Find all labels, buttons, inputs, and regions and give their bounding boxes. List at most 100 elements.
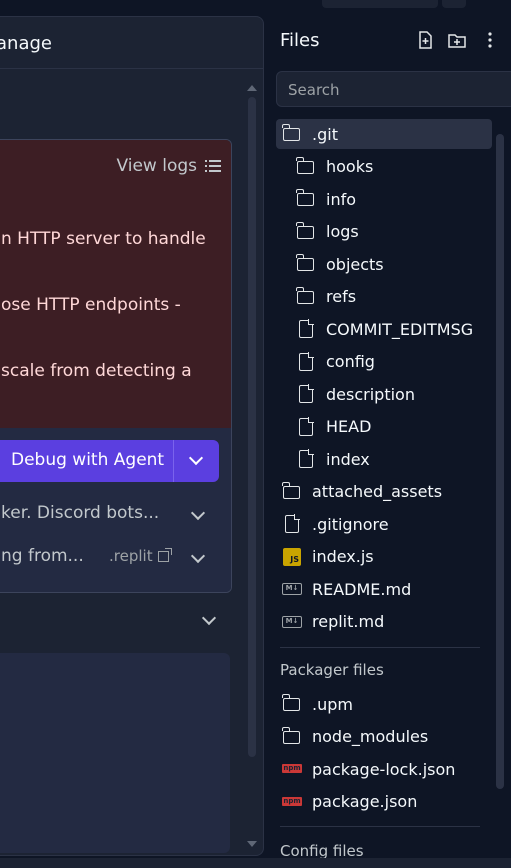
list-icon: [205, 160, 221, 172]
error-line-3: scale from detecting a: [1, 361, 192, 381]
file-icon: [296, 449, 316, 469]
section-divider: [280, 826, 480, 827]
chevron-down-icon[interactable]: [190, 548, 206, 564]
file-tree-item[interactable]: M↓ README.md: [276, 574, 492, 604]
left-panel-title: anage: [0, 33, 52, 54]
section-divider: [280, 647, 480, 648]
left-panel-header: anage: [0, 17, 263, 69]
file-tree-item[interactable]: objects: [276, 249, 506, 279]
file-icon: [296, 319, 316, 339]
file-tree-item-label: objects: [326, 254, 384, 274]
file-tree-item-label: .git: [312, 124, 338, 144]
file-search[interactable]: [276, 71, 511, 108]
file-tree-item[interactable]: config: [276, 347, 506, 377]
file-tree-item[interactable]: HEAD: [276, 412, 506, 442]
debug-button-label: Debug with Agent: [11, 450, 165, 470]
files-panel: Files .git hooks info logs objects refs COMMIT…: [270, 16, 511, 860]
file-tree-item[interactable]: .gitignore: [276, 509, 492, 539]
file-tree-item[interactable]: logs: [276, 217, 506, 247]
top-tab-stub[interactable]: [322, 0, 438, 8]
file-tree-item[interactable]: index: [276, 444, 506, 474]
folder-icon: [296, 156, 316, 177]
file-tree-item-label: info: [326, 189, 357, 209]
file-icon: [296, 416, 316, 437]
folder-icon: [282, 694, 302, 714]
suggestion-row-2[interactable]: ng from...: [1, 546, 84, 566]
packager-file-label: node_modules: [312, 727, 429, 746]
top-strip: [0, 0, 511, 16]
file-tree-item-label: index: [326, 449, 370, 469]
file-tree-item-label: logs: [326, 222, 359, 241]
error-message-area: View logs n HTTP server to handle ose HT…: [0, 140, 231, 428]
file-tree-item-label: COMMIT_EDITMSG: [326, 319, 474, 339]
packager-file-item[interactable]: npm package-lock.json: [276, 754, 492, 784]
markdown-file-icon: M↓: [282, 579, 302, 599]
file-tree-item-label: replit.md: [312, 612, 385, 631]
javascript-file-icon: JS: [282, 547, 302, 567]
packager-file-item[interactable]: npm package.json: [276, 787, 492, 817]
packager-file-item[interactable]: .upm: [276, 689, 492, 719]
left-panel: anage View logs n HTTP server to handle …: [0, 16, 264, 856]
file-search-input[interactable]: [277, 72, 511, 108]
file-tree-item-label: HEAD: [326, 417, 372, 436]
file-tree-item[interactable]: description: [276, 379, 506, 409]
folder-icon: [296, 221, 316, 242]
top-tab-stub-2[interactable]: [442, 0, 466, 8]
error-line-2: ose HTTP endpoints -: [1, 295, 181, 315]
bottom-bar: [0, 858, 511, 868]
file-tree-item[interactable]: hooks: [276, 152, 506, 182]
file-tree-item[interactable]: JS index.js: [276, 542, 492, 572]
folder-icon: [282, 481, 302, 502]
replit-file-link[interactable]: .replit: [109, 547, 172, 565]
chevron-down-icon[interactable]: [201, 610, 217, 626]
folder-icon: [296, 254, 316, 274]
new-folder-icon[interactable]: [447, 30, 467, 50]
debug-with-agent-button[interactable]: Debug with Agent: [0, 440, 219, 482]
packager-file-label: .upm: [312, 694, 353, 714]
more-vertical-icon[interactable]: [480, 30, 500, 50]
files-scrollbar-thumb[interactable]: [496, 134, 504, 789]
scroll-up-arrow-icon[interactable]: [247, 85, 257, 91]
folder-icon: [282, 726, 302, 747]
error-line-1: n HTTP server to handle: [1, 229, 206, 249]
file-tree-item[interactable]: M↓ replit.md: [276, 607, 492, 637]
file-tree-item[interactable]: attached_assets: [276, 477, 492, 507]
file-tree-item-label: refs: [326, 287, 357, 306]
file-tree-item[interactable]: refs: [276, 282, 506, 312]
chevron-down-icon[interactable]: [190, 505, 206, 521]
packager-files-label: Packager files: [280, 661, 384, 679]
error-actions: Debug with Agent ker. Discord bots... ng…: [0, 428, 231, 592]
file-tree-item[interactable]: info: [276, 184, 506, 214]
file-tree-item-label: index.js: [312, 547, 374, 566]
error-card: View logs n HTTP server to handle ose HT…: [0, 139, 232, 593]
debug-dropdown-chevron-icon[interactable]: [188, 450, 204, 466]
file-tree-item[interactable]: .git: [276, 119, 492, 149]
replit-link-label: .replit: [109, 547, 153, 565]
file-tree-item[interactable]: COMMIT_EDITMSG: [276, 314, 506, 344]
npm-file-icon: npm: [282, 796, 302, 806]
file-tree-item-label: description: [326, 384, 415, 404]
external-link-icon: [157, 547, 172, 562]
packager-file-item[interactable]: node_modules: [276, 722, 492, 752]
file-tree-item-label: attached_assets: [312, 482, 443, 501]
suggestion-row-1[interactable]: ker. Discord bots...: [1, 503, 159, 523]
scroll-down-arrow-icon[interactable]: [247, 841, 257, 847]
folder-icon: [282, 124, 302, 144]
files-scrollbar[interactable]: [495, 134, 505, 794]
collapsed-section-row[interactable]: [0, 605, 230, 635]
scrollbar-thumb[interactable]: [248, 97, 256, 757]
file-tree-item-label: config: [326, 352, 375, 371]
packager-file-label: package-lock.json: [312, 759, 456, 779]
view-logs-link[interactable]: View logs: [116, 156, 221, 176]
files-title: Files: [280, 30, 320, 51]
new-file-icon[interactable]: [415, 30, 435, 50]
npm-file-icon: npm: [282, 764, 302, 773]
file-icon: [296, 351, 316, 372]
lower-content-box: [0, 653, 230, 853]
view-logs-label: View logs: [116, 156, 197, 176]
packager-file-label: package.json: [312, 792, 418, 811]
file-tree-item-label: hooks: [326, 157, 374, 176]
folder-icon: [296, 286, 316, 307]
left-panel-scrollbar[interactable]: [246, 85, 258, 853]
file-icon: [282, 514, 302, 534]
